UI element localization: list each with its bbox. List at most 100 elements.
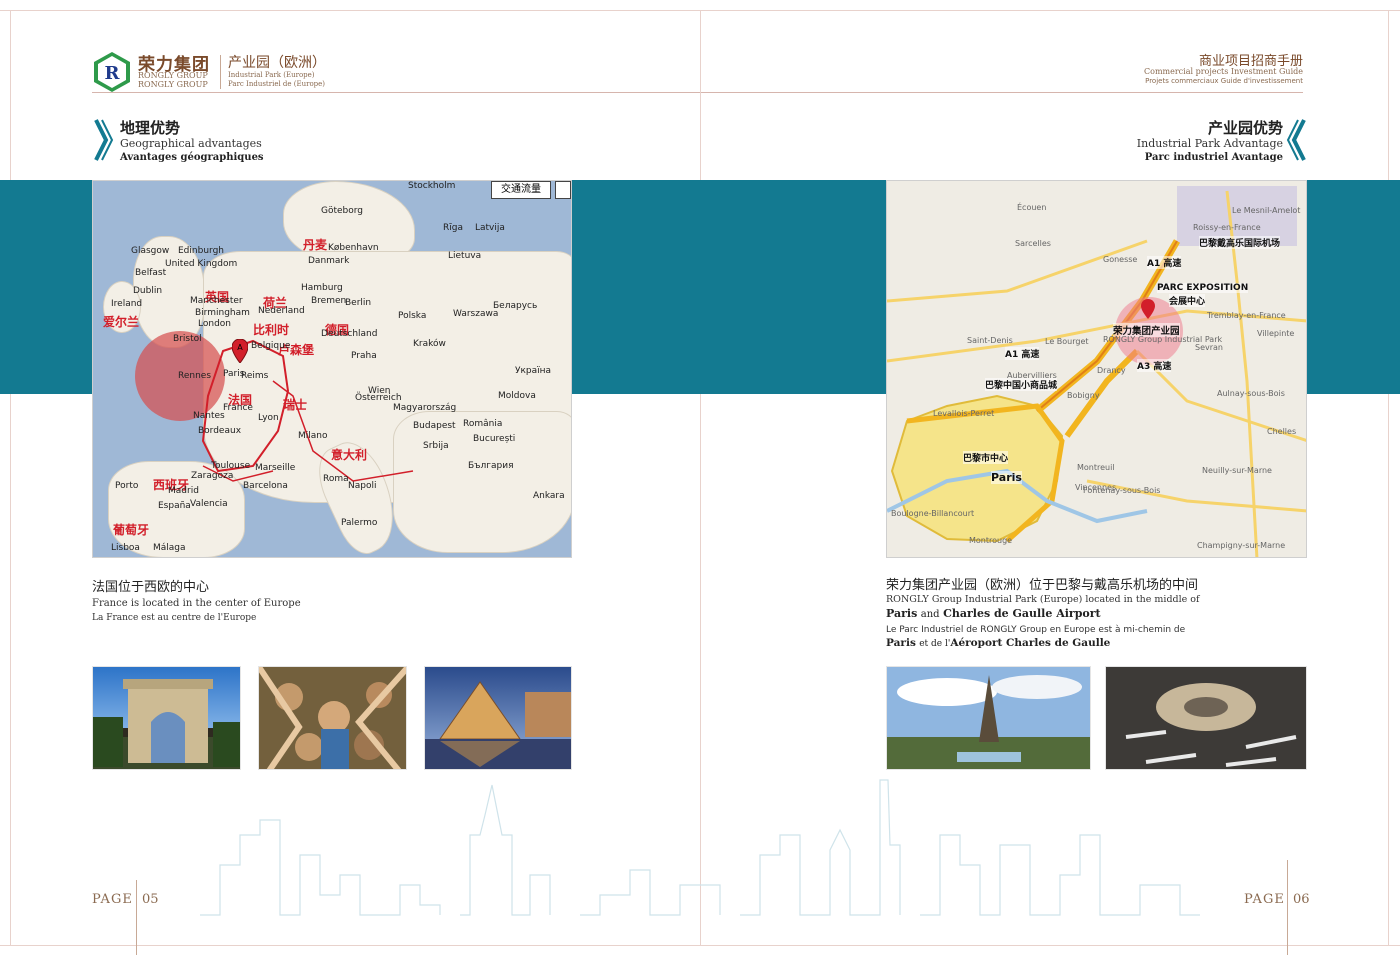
map-city-label: Madrid <box>168 486 199 496</box>
page-border-left <box>10 10 11 945</box>
map-city-label: Glasgow <box>131 246 170 256</box>
map-city-label: Nederland <box>258 306 305 316</box>
map-city-label: Napoli <box>348 481 377 491</box>
park-name-fr: Parc Industriel de (Europe) <box>228 80 326 88</box>
crowd-image <box>259 667 406 769</box>
page-right-divider <box>1287 860 1288 955</box>
map-country-label: 比利时 <box>253 323 290 337</box>
map-city-label: România <box>463 419 503 429</box>
page-left-number: 05 <box>142 892 159 907</box>
map-city-label: Latvija <box>475 223 505 233</box>
map-city-label: Göteborg <box>321 206 364 216</box>
paris-map-label-airport: 巴黎戴高乐国际机场 <box>1199 236 1281 249</box>
photo-louvre-pyramid <box>424 666 572 770</box>
map-city-label: Polska <box>398 311 427 321</box>
paris-map-label-boulogne: Boulogne-Billancourt <box>891 509 975 518</box>
map-city-label: Manchester <box>190 296 243 306</box>
left-header-rule <box>92 92 700 93</box>
map-city-label: Lisboa <box>111 543 140 553</box>
left-chevron-icon <box>92 118 114 166</box>
park-name-en: Industrial Park (Europe) <box>228 71 315 79</box>
europe-map[interactable]: A 交通流量 丹麦 英国 荷兰 爱尔兰 比利时 德国 卢森堡 法国 瑞士 意大利 西班牙 葡萄牙 St… <box>92 180 572 558</box>
photo-crowd <box>258 666 407 770</box>
map-city-label: London <box>198 319 231 329</box>
page-right-word: PAGE <box>1244 892 1285 907</box>
paris-map-label-chelles: Chelles <box>1267 427 1297 436</box>
photo-arc-de-triomphe <box>92 666 241 770</box>
right-header-rule <box>701 92 1303 93</box>
map-country-label: 爱尔兰 <box>103 315 140 329</box>
paris-map-label-neuilly: Neuilly-sur-Marne <box>1202 466 1272 475</box>
photo-eiffel-tower <box>886 666 1091 770</box>
airport-image <box>1106 667 1306 769</box>
map-city-label: Belfast <box>135 268 167 278</box>
paris-map[interactable]: 巴黎戴高乐国际机场 A1 高速 PARC EXPOSITION 会展中心 荣力集团产业园… <box>886 180 1307 558</box>
map-city-label: United Kingdom <box>165 259 238 269</box>
map-city-label: Srbija <box>423 441 449 451</box>
map-city-label: Reims <box>241 371 269 381</box>
brand-name-en-1: RONGLY GROUP <box>138 71 208 80</box>
map-city-label: Praha <box>351 351 377 361</box>
caption-fr-airport: Aéroport Charles de Gaulle <box>950 637 1111 649</box>
map-country-label: 意大利 <box>331 448 368 462</box>
map-corner-button[interactable] <box>555 181 571 199</box>
paris-map-label-aubervilliers: Aubervilliers <box>1007 371 1057 380</box>
map-pin-label: A <box>237 343 243 352</box>
map-city-label: Bordeaux <box>198 426 242 436</box>
map-city-label: Roma <box>323 474 349 484</box>
left-caption-zh: 法国位于西欧的中心 <box>92 580 210 595</box>
map-city-label: Україна <box>515 366 552 376</box>
right-caption-zh: 荣力集团产业园（欧洲）位于巴黎与戴高乐机场的中间 <box>886 578 1199 593</box>
right-section-title-fr: Parc industriel Avantage <box>1144 152 1283 163</box>
map-city-label: Deutschland <box>321 329 378 339</box>
paris-map-label-ecouen: Écouen <box>1017 203 1047 212</box>
paris-map-label-fontenay: Fontenay-sous-Bois <box>1083 486 1161 495</box>
park-pin-icon[interactable] <box>1141 299 1155 319</box>
handbook-title-en: Commercial projects Investment Guide <box>1144 67 1303 76</box>
traffic-button[interactable]: 交通流量 <box>491 181 551 199</box>
map-city-label: Berlin <box>345 298 372 308</box>
arc-de-triomphe-image <box>93 679 240 769</box>
caption-en-and: and <box>920 609 940 620</box>
right-caption-en-line1: RONGLY Group Industrial Park (Europe) lo… <box>886 594 1200 605</box>
map-city-label: Málaga <box>153 543 186 553</box>
map-city-label: Ankara <box>533 491 565 501</box>
paris-map-label-champigny: Champigny-sur-Marne <box>1197 541 1286 550</box>
paris-map-label-a1b: A1 高速 <box>1005 347 1040 360</box>
map-city-label: Kraków <box>413 339 446 349</box>
map-city-label: Lyon <box>258 413 279 423</box>
right-caption-fr-line2: Paris et de l'Aéroport Charles de Gaulle <box>886 637 1110 649</box>
map-country-label: 葡萄牙 <box>113 523 150 537</box>
map-city-label: București <box>473 434 516 444</box>
paris-map-label-a3: A3 高速 <box>1137 359 1172 372</box>
map-country-label: 丹麦 <box>303 238 328 252</box>
map-city-label: København <box>328 243 379 253</box>
map-city-label: España <box>158 501 191 511</box>
map-city-label: Stockholm <box>408 181 456 191</box>
paris-map-label-sevran: Sevran <box>1195 343 1223 352</box>
page-border-bottom <box>0 945 1400 946</box>
map-country-label: 瑞士 <box>283 398 308 412</box>
map-city-label: Belgique <box>251 341 291 351</box>
caption-en-airport: Charles de Gaulle Airport <box>943 607 1101 620</box>
map-city-label: Edinburgh <box>178 246 224 256</box>
left-section-title-fr: Avantages géographiques <box>120 152 264 163</box>
paris-map-label-a1: A1 高速 <box>1147 256 1182 269</box>
paris-map-label-aulnay: Aulnay-sous-Bois <box>1217 389 1285 398</box>
city-skyline-illustration <box>200 779 1200 916</box>
map-city-label: Zaragoza <box>191 471 234 481</box>
right-section-title-en: Industrial Park Advantage <box>1136 137 1283 150</box>
map-city-label: Hamburg <box>301 283 343 293</box>
map-city-label: Dublin <box>133 286 163 296</box>
map-pin-icon[interactable]: A <box>231 338 249 364</box>
handbook-title-fr: Projets commerciaux Guide d'investisseme… <box>1145 77 1303 85</box>
map-city-label: Porto <box>115 481 139 491</box>
paris-map-label-bourget: Le Bourget <box>1045 337 1089 346</box>
eiffel-tower-image <box>887 667 1090 769</box>
map-city-label: Barcelona <box>243 481 288 491</box>
page-right-label: PAGE <box>1244 892 1285 907</box>
paris-map-label-expo: PARC EXPOSITION <box>1157 283 1249 293</box>
map-city-label: България <box>468 461 514 471</box>
map-city-label: Birmingham <box>195 308 250 318</box>
map-city-label: Valencia <box>190 499 228 509</box>
